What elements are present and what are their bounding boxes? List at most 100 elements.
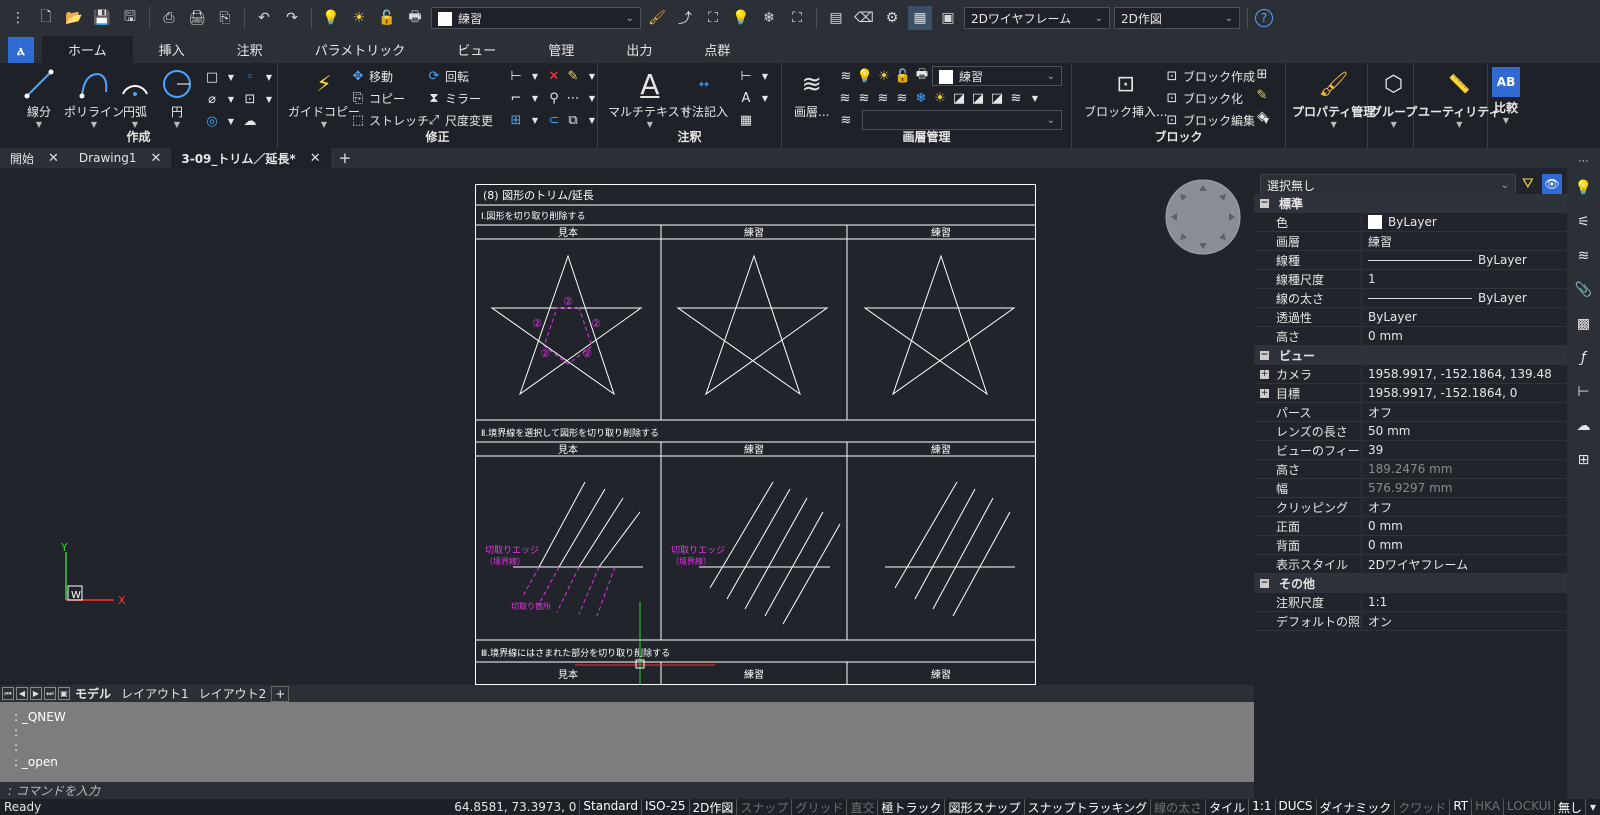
navigation-wheel[interactable] <box>1163 177 1243 257</box>
undo-icon[interactable]: ↶ <box>252 6 276 30</box>
add-layout-button[interactable]: + <box>271 685 290 702</box>
layer-properties-button[interactable]: ≋ 画層... <box>794 67 829 120</box>
expand-icon[interactable]: + <box>1260 388 1269 398</box>
tab-parametric[interactable]: パラメトリック <box>289 36 432 63</box>
status-toggle[interactable]: 図形スナップ <box>945 798 1025 815</box>
close-icon[interactable]: ✕ <box>150 151 161 166</box>
trim-tools[interactable]: ⊢ ▼ ✕ ✎ ▼ <box>508 66 600 86</box>
doc-tab-start[interactable]: 開始 ✕ <box>0 148 69 168</box>
tab-insert[interactable]: 挿入 <box>133 36 211 63</box>
table-tool[interactable]: ▦ <box>738 110 754 130</box>
tree-icon[interactable]: ⊢ <box>1574 382 1594 402</box>
layer-lock-icon[interactable]: 🔓 <box>375 6 399 30</box>
status-toggle[interactable]: クワッド <box>1395 798 1451 815</box>
property-row[interactable]: ビューのフィールド 39 <box>1254 440 1567 460</box>
property-value[interactable]: 189.2476 mm <box>1362 462 1452 476</box>
property-row[interactable]: レンズの長さ 50 mm <box>1254 421 1567 441</box>
circle-button[interactable]: 円 ▼ <box>160 67 194 129</box>
property-value[interactable]: 練習 <box>1362 233 1392 250</box>
property-category[interactable]: − 標準 <box>1254 194 1567 213</box>
status-toggle[interactable]: スナップトラッキング <box>1025 798 1152 815</box>
status-toggle[interactable]: 直交 <box>847 798 879 815</box>
property-row[interactable]: パース オフ <box>1254 402 1567 422</box>
close-icon[interactable]: ✕ <box>48 151 59 166</box>
collapse-icon[interactable]: − <box>1260 579 1269 588</box>
property-row[interactable]: + 目標 1958.9917, -152.1864, 0 <box>1254 383 1567 403</box>
lightbulb-icon[interactable]: 💡 <box>1574 178 1594 198</box>
rotate-button[interactable]: ⟳ 回転 <box>426 66 469 86</box>
status-toggle[interactable]: ダイナミック <box>1317 798 1396 815</box>
compare-button[interactable]: AB 比較 ▼ <box>1492 67 1520 125</box>
save-icon[interactable]: 💾 <box>90 6 114 30</box>
hatch-icon[interactable]: ▩ <box>1574 314 1594 334</box>
property-value[interactable]: ByLayer <box>1362 291 1527 305</box>
dim-style-tool[interactable]: ⊢ ▼ <box>738 66 773 86</box>
doc-tab-drawing1[interactable]: Drawing1 ✕ <box>69 148 171 168</box>
layer-match-tool[interactable]: ≋ <box>838 110 854 130</box>
attachment-icon[interactable]: 📎 <box>1574 280 1594 300</box>
coordinates-readout[interactable]: 64.8581, 73.3973, 0 <box>451 800 581 814</box>
status-toggle[interactable]: グリッド <box>792 798 848 815</box>
property-row[interactable]: 高さ 0 mm <box>1254 326 1567 346</box>
arc-button[interactable]: 円弧 ▼ <box>118 67 152 129</box>
array-tools[interactable]: ⊞ ▼ ⊂ ⧉ ▼ <box>508 110 600 130</box>
status-menu-icon[interactable]: ▾ <box>1586 800 1600 814</box>
rectangle-tool[interactable]: □ ▼ ◦ ▼ <box>204 67 277 87</box>
last-layout-icon[interactable]: ⏭ <box>44 687 56 700</box>
property-value[interactable]: 576.9297 mm <box>1362 481 1452 495</box>
property-row[interactable]: 背面 0 mm <box>1254 535 1567 555</box>
close-icon[interactable]: ✕ <box>310 151 321 166</box>
formula-icon[interactable]: ƒ <box>1574 348 1594 368</box>
property-row[interactable]: 画層 練習 <box>1254 231 1567 251</box>
ribbon-layer-combo[interactable]: 練習 ⌄ <box>932 66 1062 86</box>
new-tab-button[interactable]: + <box>331 149 360 167</box>
status-toggle[interactable]: スナップ <box>737 798 793 815</box>
property-value[interactable]: 39 <box>1362 443 1383 457</box>
dimension-button[interactable]: ↔ 寸法記入 <box>680 67 728 120</box>
status-toggle[interactable]: 2D作図 <box>690 798 738 815</box>
status-toggle[interactable]: 線の太さ <box>1151 798 1207 815</box>
text-style-tool[interactable]: A ▼ <box>738 88 773 108</box>
blockify-button[interactable]: ⊡ ブロック化 <box>1164 88 1243 108</box>
block-insert-button[interactable]: ⊡ ブロック挿入... <box>1084 67 1167 120</box>
line-button[interactable]: 線分 ▼ <box>22 67 56 129</box>
property-row[interactable]: クリッピング オフ <box>1254 497 1567 517</box>
property-value[interactable]: 1958.9917, -152.1864, 0 <box>1362 386 1517 400</box>
property-row[interactable]: デフォルトの照明オン <box>1254 611 1567 631</box>
property-row[interactable]: + カメラ 1958.9917, -152.1864, 139.48 <box>1254 364 1567 384</box>
ellipse-tool[interactable]: ⌀ ▼ ⊡ ▼ <box>204 89 277 109</box>
layer-state-tools[interactable]: ≋ 💡 ☀ 🔓 🖶 <box>838 66 930 86</box>
tab-output[interactable]: 出力 <box>600 36 678 63</box>
layout-tab-1[interactable]: レイアウト1 <box>116 685 194 702</box>
property-row[interactable]: 正面 0 mm <box>1254 516 1567 536</box>
doc-tab-active[interactable]: 3-09_トリム／延長* ✕ <box>171 148 331 168</box>
status-toggle[interactable]: 極トラック <box>878 798 946 815</box>
erase-icon[interactable]: ⌫ <box>852 6 876 30</box>
polyline-button[interactable]: ポリライン ▼ <box>64 67 124 129</box>
tab-home[interactable]: ホーム <box>42 36 133 63</box>
properties-manager-button[interactable]: 🖌 プロパティ管理 ▼ <box>1292 67 1375 129</box>
collapse-icon[interactable]: − <box>1260 199 1269 208</box>
stretch-button[interactable]: ⬚ ストレッチ <box>350 110 429 130</box>
model-viewport[interactable]: (8) 図形のトリム/延長 Ⅰ.図形を切り取り削除する 見本 練習 練習 ② ②… <box>0 168 1254 685</box>
open-file-icon[interactable]: 📂 <box>62 6 86 30</box>
copy-button[interactable]: ⎘ コピー <box>350 88 405 108</box>
publish-icon[interactable]: ⎘ <box>213 6 237 30</box>
expand-icon[interactable]: + <box>1260 369 1269 379</box>
cloud-icon[interactable]: ☁ <box>1574 416 1594 436</box>
match-layer-icon[interactable]: 🖌 <box>645 6 669 30</box>
plot-icon[interactable]: ⎙ <box>157 6 181 30</box>
block-extra-tools[interactable]: ⊞ ✎ ◈ <box>1254 66 1270 124</box>
workspace-combo[interactable]: 2D作図 ⌄ <box>1114 7 1240 29</box>
save-as-icon[interactable]: 🖫 <box>118 6 142 30</box>
property-row[interactable]: 透過性 ByLayer <box>1254 307 1567 327</box>
property-value[interactable]: 50 mm <box>1362 424 1410 438</box>
properties-icon[interactable]: ▤ <box>824 6 848 30</box>
status-toggle[interactable]: 無し <box>1555 798 1586 815</box>
status-toggle[interactable]: DUCS <box>1276 798 1317 815</box>
property-category[interactable]: − ビュー <box>1254 346 1567 365</box>
property-row[interactable]: 表示スタイル 2Dワイヤフレーム <box>1254 554 1567 574</box>
layer-tools-row[interactable]: ≋ ≋ ≋ ≋ ❄ ☀ ◪ ◪ ◪ ≋ ▼ <box>838 88 1044 108</box>
layer-filter-combo[interactable]: ⌄ <box>862 110 1062 130</box>
property-value[interactable]: 0 mm <box>1362 519 1403 533</box>
